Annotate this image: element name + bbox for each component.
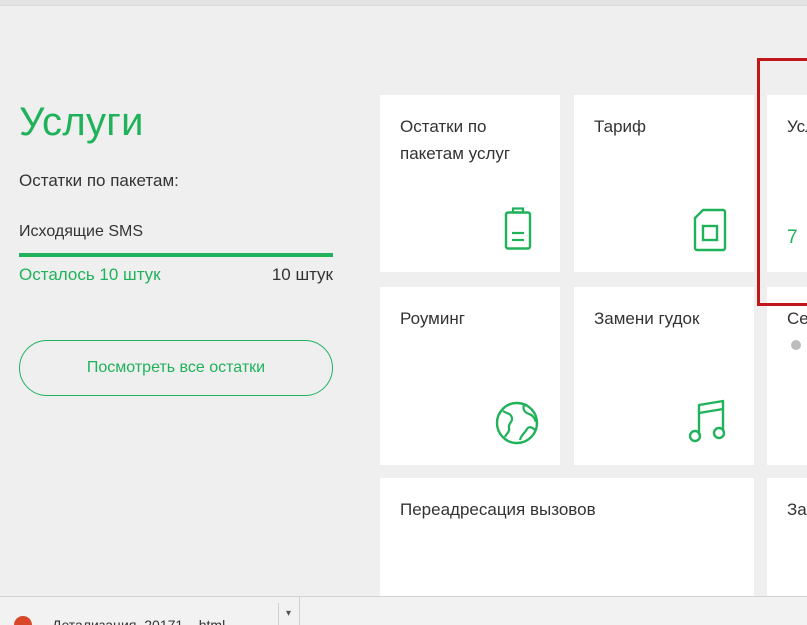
battery-icon xyxy=(504,207,532,251)
tile-package-remaining[interactable]: Остатки по пакетам услуг xyxy=(380,95,560,272)
remaining-row: Осталось 10 штук 10 штук xyxy=(19,265,333,285)
music-note-icon xyxy=(689,399,729,445)
tile-label: Замени гудок xyxy=(594,309,700,328)
tile-roaming[interactable]: Роуминг xyxy=(380,287,560,465)
services-panel: Услуги Остатки по пакетам: Исходящие SMS… xyxy=(19,100,339,396)
tile-replace-ringtone[interactable]: Замени гудок xyxy=(574,287,754,465)
sim-card-icon xyxy=(693,208,727,252)
download-file-name: Детализация_20171....html xyxy=(52,617,226,625)
downloads-bar: Детализация_20171....html ▾ xyxy=(0,596,807,625)
page-title: Услуги xyxy=(19,100,144,144)
tile-label: Се xyxy=(787,309,807,328)
tile-label: Усл xyxy=(787,117,807,136)
tile-label: Роуминг xyxy=(400,309,465,328)
packages-subtitle: Остатки по пакетам: xyxy=(19,171,179,190)
chrome-file-icon xyxy=(14,616,32,625)
remaining-label: Осталось 10 штук xyxy=(19,265,161,284)
globe-icon xyxy=(494,400,540,446)
tile-label: За xyxy=(787,500,807,519)
tile-tariff[interactable]: Тариф xyxy=(574,95,754,272)
tile-partial-se[interactable]: Се xyxy=(767,287,807,465)
tile-services-partial[interactable]: Усл 7 xyxy=(767,95,807,272)
window-top-border xyxy=(0,0,807,6)
view-all-remaining-button[interactable]: Посмотреть все остатки xyxy=(19,340,333,396)
chevron-down-icon[interactable]: ▾ xyxy=(278,603,298,625)
package-name: Исходящие SMS xyxy=(19,223,143,240)
tile-label: Тариф xyxy=(594,117,647,136)
download-item[interactable]: Детализация_20171....html ▾ xyxy=(0,597,300,625)
total-label: 10 штук xyxy=(271,265,333,284)
remaining-progress-bar xyxy=(19,253,333,257)
tile-label: Остатки по пакетам услуг xyxy=(400,117,511,163)
status-dot xyxy=(791,340,801,350)
tile-partial-value: 7 xyxy=(787,227,798,248)
tile-label: Переадресация вызовов xyxy=(400,500,596,519)
